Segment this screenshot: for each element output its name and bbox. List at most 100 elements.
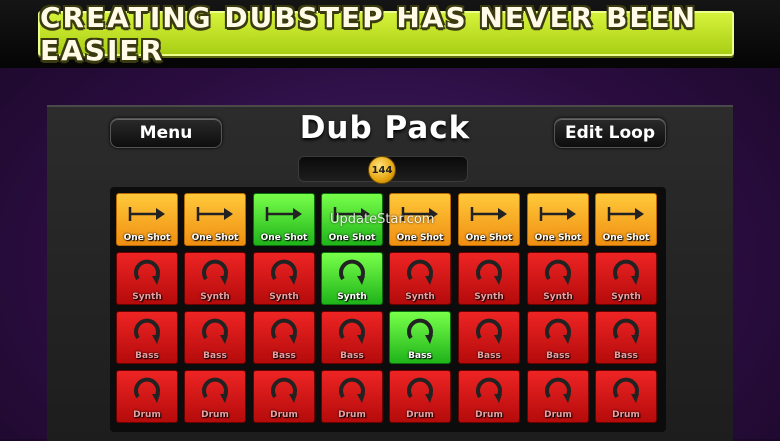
pad-one-shot[interactable]: One Shot — [458, 193, 520, 246]
pad-label: Synth — [269, 292, 299, 302]
pad-label: Drum — [406, 410, 434, 420]
pad-drum[interactable]: Drum — [458, 370, 520, 423]
pad-synth[interactable]: Synth — [321, 252, 383, 305]
pad-synth[interactable]: Synth — [389, 252, 451, 305]
pad-label: Bass — [546, 351, 570, 361]
loop-icon — [322, 253, 382, 292]
loop-icon — [596, 253, 656, 292]
pad-label: Drum — [201, 410, 229, 420]
loop-icon — [596, 312, 656, 351]
pad-synth[interactable]: Synth — [595, 252, 657, 305]
loop-icon — [528, 312, 588, 351]
loop-icon — [528, 371, 588, 410]
pad-label: Synth — [611, 292, 641, 302]
pad-bass[interactable]: Bass — [595, 311, 657, 364]
pad-label: Drum — [475, 410, 503, 420]
pad-label: One Shot — [465, 233, 513, 243]
pad-label: Drum — [612, 410, 640, 420]
pad-one-shot[interactable]: One Shot — [116, 193, 178, 246]
pad-label: One Shot — [191, 233, 239, 243]
top-bar: CREATING DUBSTEP HAS NEVER BEEN EASIER — [0, 0, 780, 68]
pad-label: Drum — [270, 410, 298, 420]
arrow-right-icon — [459, 194, 519, 233]
pad-label: One Shot — [602, 233, 650, 243]
pad-bass[interactable]: Bass — [184, 311, 246, 364]
watermark: UpdateStar.com — [330, 212, 435, 227]
loop-icon — [117, 371, 177, 410]
pad-label: Synth — [200, 292, 230, 302]
pad-label: One Shot — [328, 233, 376, 243]
pad-label: Bass — [340, 351, 364, 361]
pad-drum[interactable]: Drum — [389, 370, 451, 423]
loop-icon — [528, 253, 588, 292]
loop-icon — [459, 371, 519, 410]
pad-label: Bass — [614, 351, 638, 361]
loop-icon — [390, 312, 450, 351]
loop-icon — [390, 253, 450, 292]
pad-bass[interactable]: Bass — [253, 311, 315, 364]
promo-banner: CREATING DUBSTEP HAS NEVER BEEN EASIER — [38, 1, 734, 67]
loop-icon — [459, 253, 519, 292]
pad-one-shot[interactable]: One Shot — [184, 193, 246, 246]
pad-label: Synth — [337, 292, 367, 302]
pad-drum[interactable]: Drum — [527, 370, 589, 423]
pad-label: Bass — [272, 351, 296, 361]
arrow-right-icon — [254, 194, 314, 233]
loop-icon — [459, 312, 519, 351]
pad-label: One Shot — [260, 233, 308, 243]
loop-icon — [322, 371, 382, 410]
pad-label: One Shot — [123, 233, 171, 243]
pad-synth[interactable]: Synth — [253, 252, 315, 305]
loop-icon — [117, 253, 177, 292]
pad-label: Synth — [474, 292, 504, 302]
pad-one-shot[interactable]: One Shot — [527, 193, 589, 246]
pad-bass[interactable]: Bass — [321, 311, 383, 364]
loop-icon — [254, 253, 314, 292]
pad-label: Synth — [132, 292, 162, 302]
pad-synth[interactable]: Synth — [116, 252, 178, 305]
loop-icon — [185, 371, 245, 410]
pad-synth[interactable]: Synth — [527, 252, 589, 305]
banner-text: CREATING DUBSTEP HAS NEVER BEEN EASIER — [40, 0, 698, 67]
pad-bass[interactable]: Bass — [116, 311, 178, 364]
tempo-slider[interactable]: 144 — [298, 156, 468, 184]
pad-one-shot[interactable]: One Shot — [253, 193, 315, 246]
menu-button[interactable]: Menu — [110, 118, 222, 148]
pad-drum[interactable]: Drum — [321, 370, 383, 423]
pad-label: Drum — [133, 410, 161, 420]
pad-drum[interactable]: Drum — [595, 370, 657, 423]
edit-loop-button[interactable]: Edit Loop — [554, 118, 666, 148]
pad-bass[interactable]: Bass — [389, 311, 451, 364]
loop-icon — [185, 312, 245, 351]
pad-drum[interactable]: Drum — [184, 370, 246, 423]
loop-icon — [254, 312, 314, 351]
pad-label: Drum — [338, 410, 366, 420]
pad-label: Bass — [477, 351, 501, 361]
pad-label: Bass — [408, 351, 432, 361]
tempo-knob[interactable]: 144 — [368, 156, 396, 184]
pad-synth[interactable]: Synth — [458, 252, 520, 305]
pad-one-shot[interactable]: One Shot — [595, 193, 657, 246]
pad-bass[interactable]: Bass — [527, 311, 589, 364]
loop-icon — [254, 371, 314, 410]
pad-label: One Shot — [396, 233, 444, 243]
pad-bass[interactable]: Bass — [458, 311, 520, 364]
pad-label: Bass — [203, 351, 227, 361]
loop-icon — [390, 371, 450, 410]
pad-label: Drum — [544, 410, 572, 420]
arrow-right-icon — [185, 194, 245, 233]
pad-drum[interactable]: Drum — [116, 370, 178, 423]
arrow-right-icon — [596, 194, 656, 233]
arrow-right-icon — [528, 194, 588, 233]
pad-label: Bass — [135, 351, 159, 361]
arrow-right-icon — [117, 194, 177, 233]
pad-synth[interactable]: Synth — [184, 252, 246, 305]
loop-icon — [596, 371, 656, 410]
pad-drum[interactable]: Drum — [253, 370, 315, 423]
page-title: Dub Pack — [299, 110, 471, 146]
pad-label: One Shot — [534, 233, 582, 243]
pad-label: Synth — [405, 292, 435, 302]
loop-icon — [185, 253, 245, 292]
loop-icon — [117, 312, 177, 351]
pad-label: Synth — [543, 292, 573, 302]
